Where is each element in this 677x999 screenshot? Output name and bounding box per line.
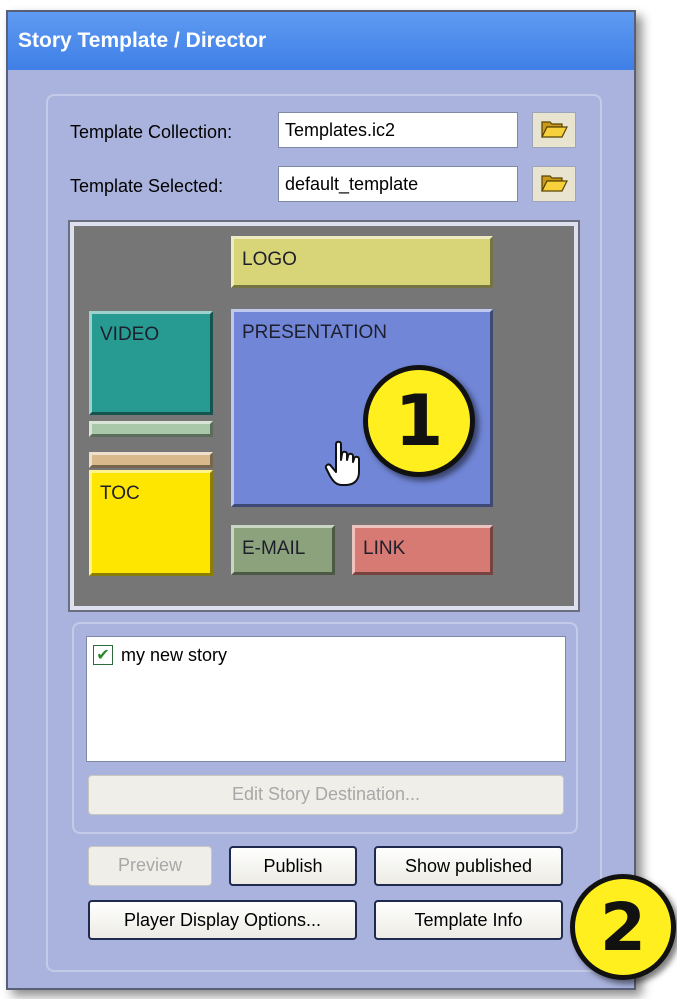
template-selected-field[interactable]: default_template [278,166,518,202]
template-collection-label: Template Collection: [70,122,233,142]
browse-collection-button[interactable] [532,112,576,148]
story-list[interactable]: ✔ my new story [86,636,566,762]
story-item-label: my new story [121,645,228,665]
story-checkbox[interactable]: ✔ [93,645,113,665]
player-display-options-button[interactable]: Player Display Options... [88,900,357,940]
preview-button[interactable]: Preview [88,846,212,886]
edit-story-destination-button[interactable]: Edit Story Destination... [88,775,564,815]
hand-cursor-icon [324,440,364,493]
template-collection-field[interactable]: Templates.ic2 [278,112,518,148]
zone-email[interactable]: E-MAIL [231,525,335,575]
show-published-button[interactable]: Show published [374,846,563,886]
zone-link[interactable]: LINK [352,525,493,575]
window-title: Story Template / Director [8,12,634,70]
template-info-button[interactable]: Template Info [374,900,563,940]
callout-badge-2: 2 [570,874,676,980]
template-selected-label: Template Selected: [70,176,224,196]
zone-strip-tan[interactable] [89,452,213,468]
callout-badge-1: 1 [363,365,475,477]
browse-template-button[interactable] [532,166,576,202]
publish-button[interactable]: Publish [229,846,357,886]
zone-strip-green[interactable] [89,421,213,437]
folder-open-icon [540,117,568,144]
zone-toc[interactable]: TOC [89,470,213,576]
zone-video[interactable]: VIDEO [89,311,213,415]
zone-logo[interactable]: LOGO [231,236,493,288]
folder-open-icon [540,171,568,198]
